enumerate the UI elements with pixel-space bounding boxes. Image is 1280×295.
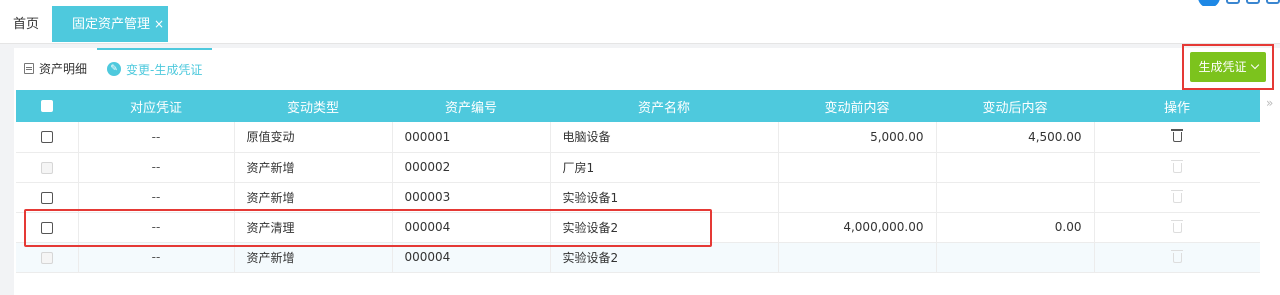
voucher-cell: -- <box>78 242 235 272</box>
subtab-label: 资产明细 <box>39 61 88 76</box>
name-cell: 实验设备1 <box>550 182 779 212</box>
select-all-cell <box>16 90 78 122</box>
type-cell: 资产新增 <box>234 242 393 272</box>
voucher-cell: -- <box>78 212 235 242</box>
after-cell: 0.00 <box>936 212 1095 242</box>
column-header: 操作 <box>1163 100 1190 116</box>
top-action-icon[interactable] <box>1226 0 1240 4</box>
before-cell <box>778 152 937 182</box>
table-row[interactable]: -- 资产新增 000004 实验设备2 <box>16 242 1260 272</box>
action-cell <box>1094 122 1260 152</box>
document-icon <box>24 62 34 74</box>
before-cell: 5,000.00 <box>778 122 937 152</box>
type-cell: 资产新增 <box>234 182 393 212</box>
after-cell <box>936 242 1095 272</box>
chevron-down-icon <box>1250 60 1259 70</box>
action-cell <box>1094 242 1260 272</box>
generate-button-highlight: 生成凭证 <box>1182 44 1274 90</box>
trash-icon <box>1170 159 1183 173</box>
voucher-cell: -- <box>78 122 235 152</box>
column-header: 变动类型 <box>286 100 339 116</box>
edit-icon: ✎ <box>107 62 122 76</box>
name-cell: 实验设备2 <box>550 212 779 242</box>
row-checkbox[interactable] <box>40 191 53 204</box>
type-cell: 原值变动 <box>234 122 393 152</box>
subtab-change-voucher[interactable]: ✎ 变更-生成凭证 <box>97 48 213 88</box>
row-select-cell <box>16 242 79 272</box>
row-checkbox[interactable] <box>40 131 53 144</box>
subtab-label: 变更-生成凭证 <box>126 62 203 77</box>
tab-home[interactable]: 首页 <box>0 6 52 44</box>
close-icon[interactable]: × <box>154 17 164 31</box>
row-checkbox <box>40 161 53 174</box>
code-cell: 000004 <box>392 242 551 272</box>
column-header: 资产编号 <box>444 100 497 116</box>
table-row[interactable]: -- 原值变动 000001 电脑设备 5,000.00 4,500.00 <box>16 122 1260 152</box>
generate-voucher-button[interactable]: 生成凭证 <box>1190 52 1266 82</box>
column-header: 对应凭证 <box>129 100 182 116</box>
table-header: 对应凭证 变动类型 资产编号 资产名称 变动前内容 变动后内容 操作 <box>16 90 1260 122</box>
before-cell <box>778 242 937 272</box>
trash-icon <box>1170 219 1183 233</box>
subtab-bar: 资产明细 ✎ 变更-生成凭证 <box>14 48 213 88</box>
table-row[interactable]: -- 资产新增 000002 厂房1 <box>16 152 1260 182</box>
code-cell: 000003 <box>392 182 551 212</box>
trash-icon <box>1170 249 1183 263</box>
column-header: 资产名称 <box>637 100 690 116</box>
trash-icon[interactable] <box>1170 129 1183 143</box>
table-row[interactable]: -- 资产新增 000003 实验设备1 <box>16 182 1260 212</box>
after-cell <box>936 182 1095 212</box>
subtab-asset-detail[interactable]: 资产明细 <box>14 48 97 88</box>
name-cell: 厂房1 <box>550 152 779 182</box>
row-select-cell <box>16 122 79 152</box>
name-cell: 电脑设备 <box>550 122 779 152</box>
generate-label: 生成凭证 <box>1198 60 1247 74</box>
main-panel: 资产明细 ✎ 变更-生成凭证 生成凭证 » 对应凭证 变动类型 资产编号 资产名… <box>14 44 1280 295</box>
before-cell: 4,000,000.00 <box>778 212 937 242</box>
tab-label: 固定资产管理 <box>72 17 151 32</box>
action-cell <box>1094 212 1260 242</box>
row-select-cell <box>16 152 79 182</box>
after-cell: 4,500.00 <box>936 122 1095 152</box>
name-cell: 实验设备2 <box>550 242 779 272</box>
trash-icon <box>1170 189 1183 203</box>
type-cell: 资产新增 <box>234 152 393 182</box>
table-row[interactable]: -- 资产清理 000004 实验设备2 4,000,000.00 0.00 <box>16 212 1260 242</box>
top-action-icon[interactable] <box>1266 0 1280 4</box>
voucher-cell: -- <box>78 182 235 212</box>
action-cell <box>1094 152 1260 182</box>
row-checkbox <box>40 251 53 264</box>
page-tabbar: 首页 固定资产管理 × <box>0 6 1280 44</box>
code-cell: 000004 <box>392 212 551 242</box>
expand-arrow-icon[interactable]: » <box>1266 96 1273 110</box>
action-cell <box>1094 182 1260 212</box>
row-select-cell <box>16 182 79 212</box>
code-cell: 000001 <box>392 122 551 152</box>
column-header: 变动前内容 <box>824 100 890 116</box>
column-header: 变动后内容 <box>982 100 1048 116</box>
row-select-cell <box>16 212 79 242</box>
row-checkbox[interactable] <box>40 221 53 234</box>
after-cell <box>936 152 1095 182</box>
code-cell: 000002 <box>392 152 551 182</box>
type-cell: 资产清理 <box>234 212 393 242</box>
change-table: 对应凭证 变动类型 资产编号 资产名称 变动前内容 变动后内容 操作 -- 原值… <box>16 90 1260 273</box>
voucher-cell: -- <box>78 152 235 182</box>
tab-fixed-asset[interactable]: 固定资产管理 × <box>52 6 168 42</box>
select-all-checkbox[interactable] <box>41 100 53 112</box>
top-action-icon[interactable] <box>1246 0 1260 4</box>
before-cell <box>778 182 937 212</box>
